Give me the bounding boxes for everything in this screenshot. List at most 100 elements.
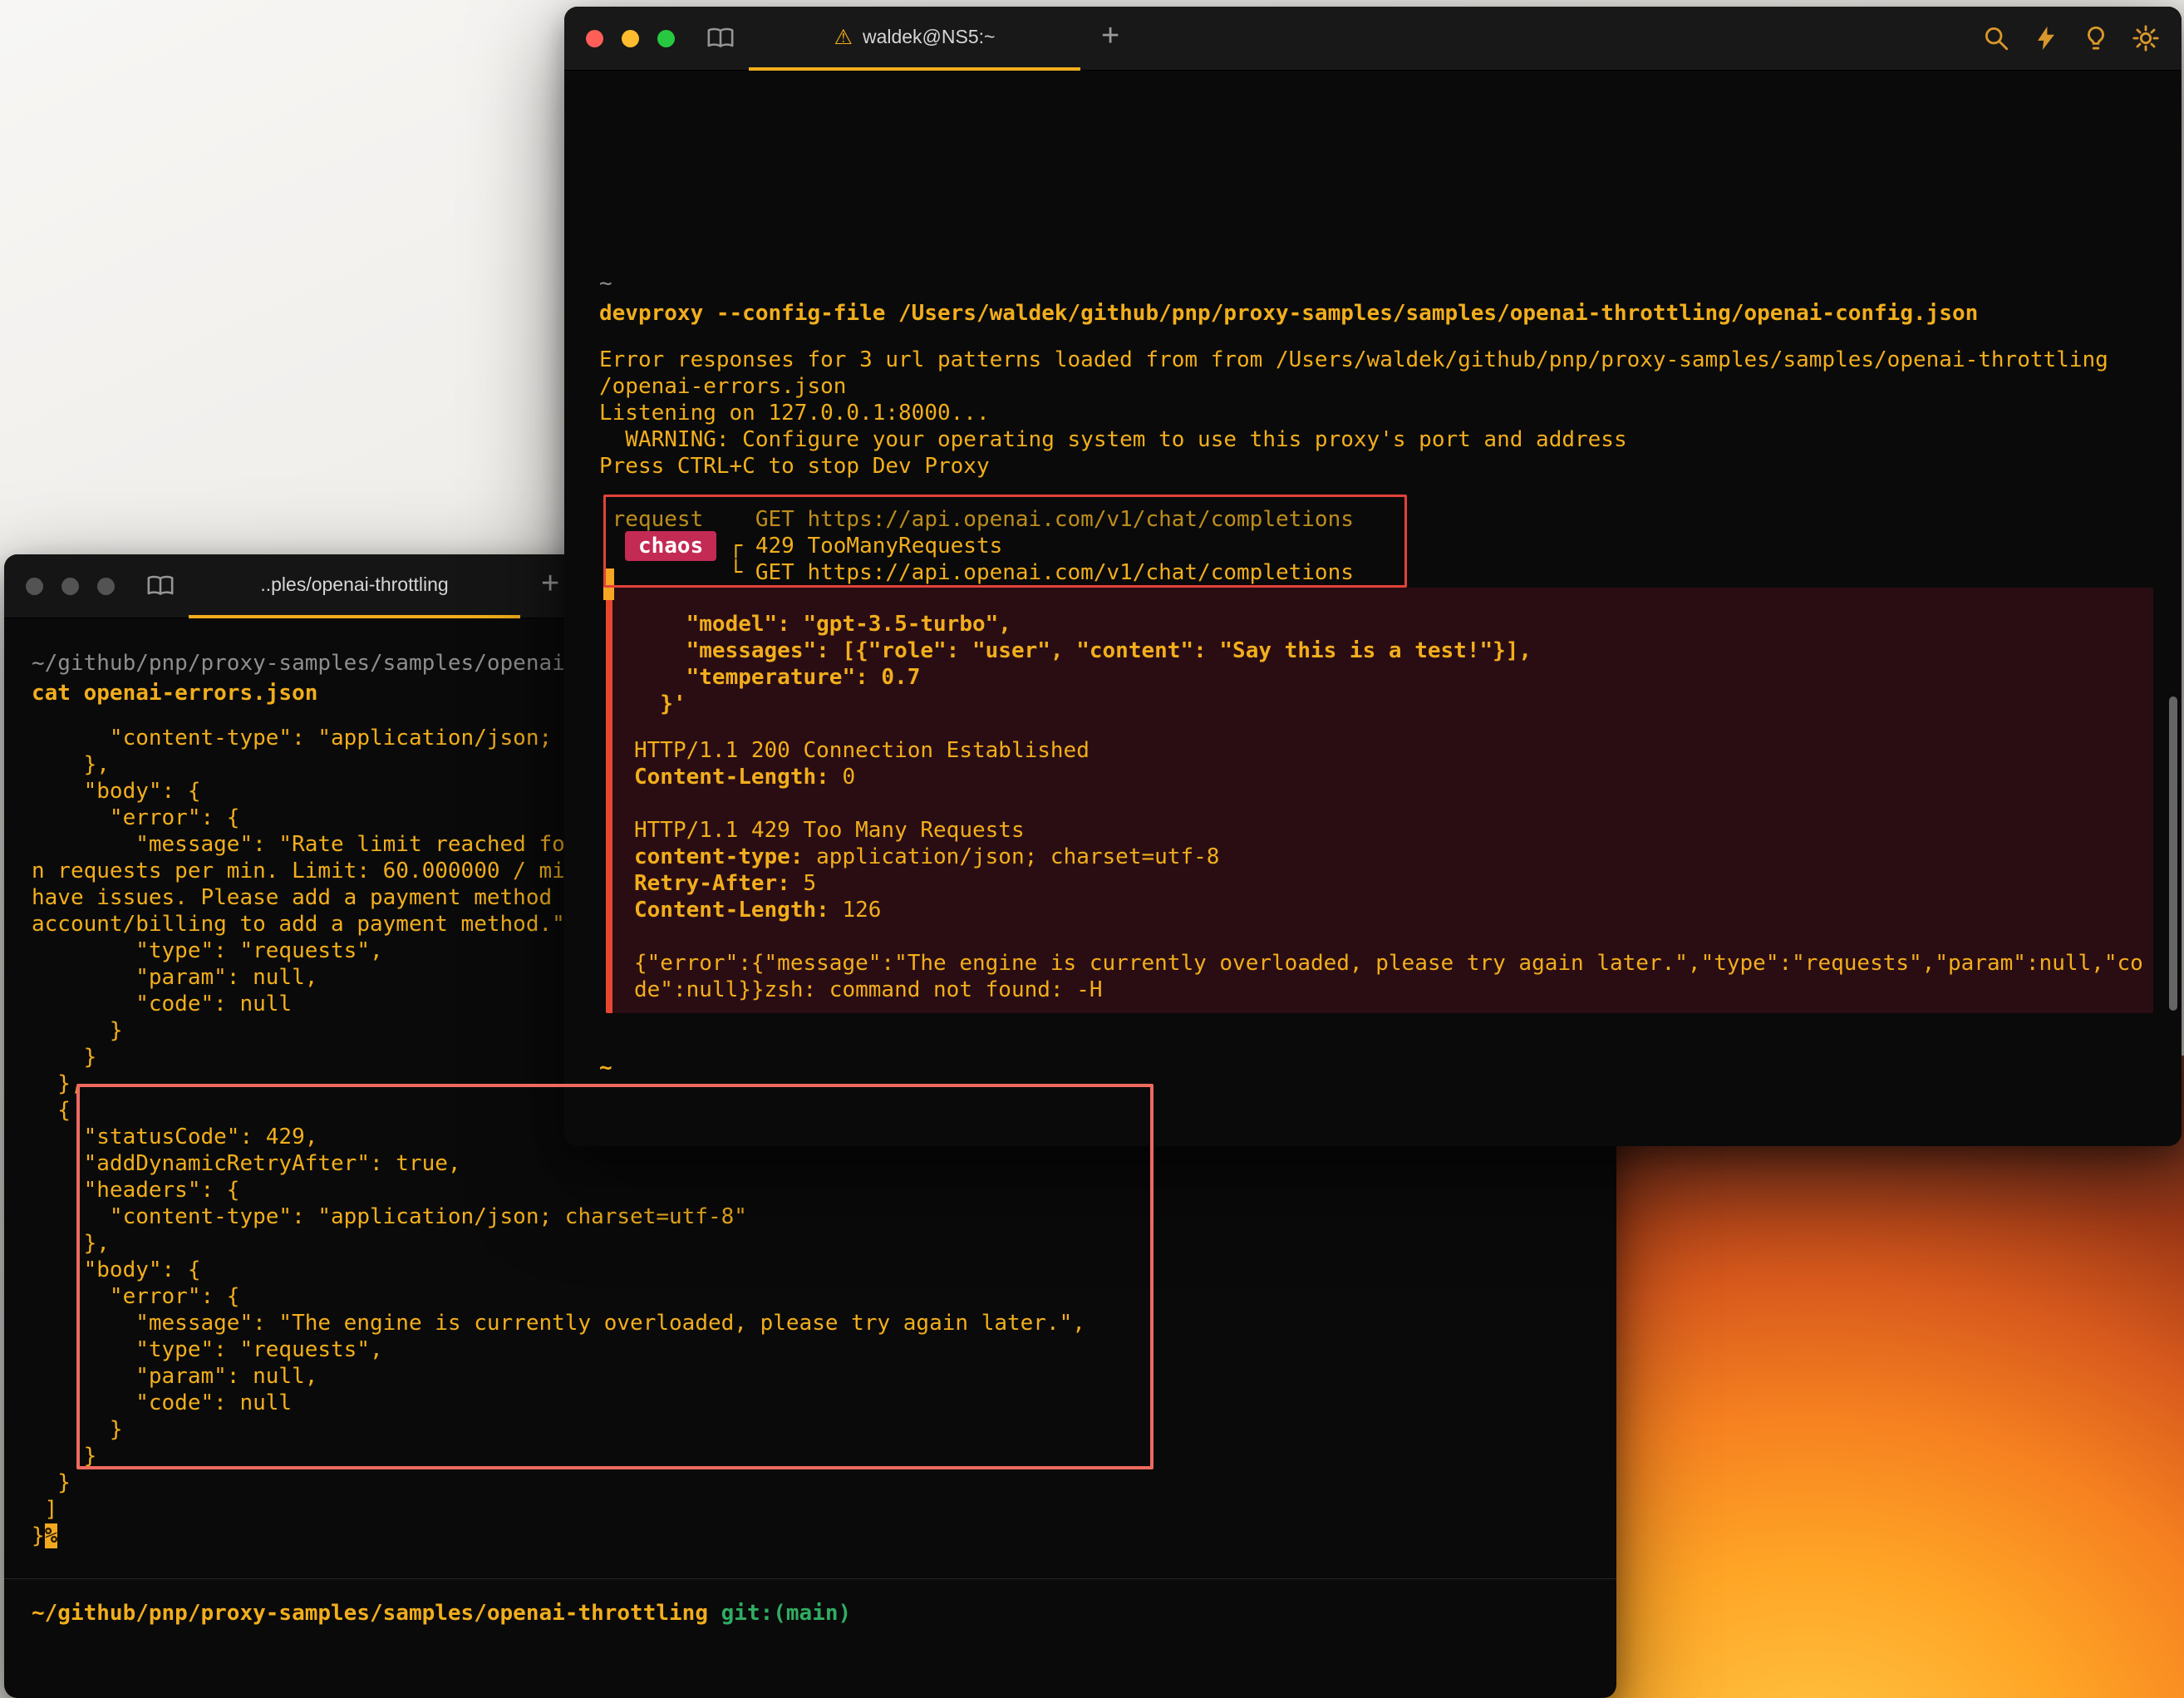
text-span: } xyxy=(32,1470,71,1495)
terminal-line: ~ xyxy=(599,1055,2167,1081)
text-span: de":null}}zsh: command not found: -H xyxy=(634,977,1103,1002)
text-span: } xyxy=(32,1018,123,1043)
text-span: "type": "requests", xyxy=(32,938,383,963)
text-span: Content-Length: xyxy=(634,765,829,790)
text-span: HTTP/1.1 200 Connection Established xyxy=(634,738,1090,763)
text-span: cat openai-errors.json xyxy=(32,681,317,706)
text-span: Error responses for 3 url patterns loade… xyxy=(599,347,2108,372)
bulb-icon[interactable] xyxy=(2082,24,2110,56)
terminal-line: Content-Length: 0 xyxy=(634,764,2153,790)
terminal-line: ~ xyxy=(599,270,2167,297)
text-span: application/json; charset=utf-8 xyxy=(804,844,1220,869)
text-span: "error": { xyxy=(32,805,239,830)
text-span: WARNING: Configure your operating system… xyxy=(599,427,1627,452)
text-span: content-type: xyxy=(634,844,804,869)
text-span: ~/github/pnp/proxy-samples/samples/opena… xyxy=(32,1601,708,1626)
terminal-line: Error responses for 3 url patterns loade… xyxy=(599,347,2167,373)
terminal-line: Press CTRL+C to stop Dev Proxy xyxy=(599,453,2167,480)
terminal-content-front: ~ devproxy --config-file /Users/waldek/gi… xyxy=(564,71,2182,1146)
git-branch-indicator: git:(main) xyxy=(721,1601,852,1626)
text-span: HTTP/1.1 429 Too Many Requests xyxy=(634,818,1025,843)
text-span: /openai-errors.json xyxy=(599,374,846,399)
text-span: Content-Length: xyxy=(634,898,829,923)
close-button[interactable] xyxy=(586,30,603,47)
annotation-box-error-json xyxy=(76,1084,1153,1469)
new-tab-button[interactable]: + xyxy=(1101,20,1119,52)
terminal-line: ] xyxy=(32,1496,1610,1523)
text-span: 5 xyxy=(790,871,816,896)
terminal-line: }% xyxy=(32,1523,1610,1549)
text-span: devproxy --config-file /Users/waldek/git… xyxy=(599,301,1978,326)
terminal-line: "temperature": 0.7 xyxy=(634,664,2153,691)
scrollbar-thumb[interactable] xyxy=(2169,696,2177,1011)
terminal-line: } xyxy=(32,1469,1610,1496)
zoom-button[interactable] xyxy=(657,30,675,47)
zoom-button[interactable] xyxy=(97,578,115,595)
minimize-button[interactable] xyxy=(622,30,639,47)
tab-openai-throttling[interactable]: ..ples/openai-throttling xyxy=(189,554,520,618)
text-span: } xyxy=(32,1045,96,1070)
text-span: "param": null, xyxy=(32,965,317,990)
text-span: { xyxy=(32,1098,71,1123)
traffic-lights xyxy=(26,578,115,595)
new-tab-button[interactable]: + xyxy=(541,568,559,599)
terminal-line: devproxy --config-file /Users/waldek/git… xyxy=(599,300,2167,327)
terminal-line xyxy=(634,790,2153,817)
request-response-block: "model": "gpt-3.5-turbo", "messages": [{… xyxy=(606,588,2153,1013)
partial-line-marker: % xyxy=(45,1523,58,1548)
terminal-line: "model": "gpt-3.5-turbo", xyxy=(634,611,2153,637)
terminal-line: HTTP/1.1 200 Connection Established xyxy=(634,737,2153,764)
tab-waldek-ns5[interactable]: ⚠ waldek@NS5:~ xyxy=(749,7,1080,71)
shell-prompt-front: ~ xyxy=(599,1055,2167,1081)
search-icon[interactable] xyxy=(1982,24,2010,56)
warning-icon: ⚠ xyxy=(834,25,853,49)
text-span: "messages": [{"role": "user", "content":… xyxy=(634,638,1532,663)
text-span: "model": "gpt-3.5-turbo", xyxy=(634,612,1011,637)
text-span: }, xyxy=(32,752,110,777)
text-span: "body": { xyxy=(32,779,201,804)
gear-icon[interactable] xyxy=(2132,24,2160,56)
traffic-lights xyxy=(586,30,675,47)
terminal-line: content-type: application/json; charset=… xyxy=(634,844,2153,870)
text-span xyxy=(634,924,647,949)
text-span: ~ xyxy=(599,1056,612,1080)
text-span xyxy=(634,791,647,816)
text-span: ~ xyxy=(599,271,612,296)
text-span: 126 xyxy=(829,898,882,923)
terminal-line: Listening on 127.0.0.1:8000... xyxy=(599,400,2167,426)
terminal-line xyxy=(634,923,2153,950)
titlebar-front[interactable]: ⚠ waldek@NS5:~ + xyxy=(564,7,2182,71)
minimize-button[interactable] xyxy=(61,578,79,595)
prompt-separator xyxy=(4,1578,1616,1579)
tab-title: ..ples/openai-throttling xyxy=(260,573,448,596)
bolt-icon[interactable] xyxy=(2032,24,2060,56)
bookmarks-icon[interactable] xyxy=(706,25,735,52)
text-span: 0 xyxy=(829,765,855,790)
terminal-line: "messages": [{"role": "user", "content":… xyxy=(634,637,2153,664)
text-span: Listening on 127.0.0.1:8000... xyxy=(599,401,990,426)
terminal-line: Content-Length: 126 xyxy=(634,897,2153,923)
annotation-box-chaos xyxy=(603,495,1407,588)
close-button[interactable] xyxy=(26,578,43,595)
text-span: {"error":{"message":"The engine is curre… xyxy=(634,951,2143,976)
text-span: } xyxy=(32,1523,45,1548)
block-output: "model": "gpt-3.5-turbo", "messages": [{… xyxy=(634,611,2153,1003)
text-span: Press CTRL+C to stop Dev Proxy xyxy=(599,454,990,479)
text-span: account/billing to add a payment method.… xyxy=(32,912,578,937)
tab-title: waldek@NS5:~ xyxy=(863,26,996,48)
text-span: "temperature": 0.7 xyxy=(634,665,920,690)
terminal-line: {"error":{"message":"The engine is curre… xyxy=(634,950,2153,977)
bookmarks-icon[interactable] xyxy=(145,573,175,599)
terminal-line: /openai-errors.json xyxy=(599,373,2167,400)
shell-prompt-back: ~/github/pnp/proxy-samples/samples/opena… xyxy=(32,1600,851,1627)
terminal-line: WARNING: Configure your operating system… xyxy=(599,426,2167,453)
terminal-line: Retry-After: 5 xyxy=(634,870,2153,897)
text-span xyxy=(708,1601,721,1626)
terminal-line: HTTP/1.1 429 Too Many Requests xyxy=(634,817,2153,844)
terminal-line: }' xyxy=(634,691,2153,717)
titlebar-toolbar xyxy=(1982,24,2160,56)
text-span: "code": null xyxy=(32,992,292,1016)
terminal-line: ~/github/pnp/proxy-samples/samples/opena… xyxy=(32,1600,851,1627)
text-span: }' xyxy=(634,692,686,716)
text-span: ] xyxy=(32,1497,57,1522)
